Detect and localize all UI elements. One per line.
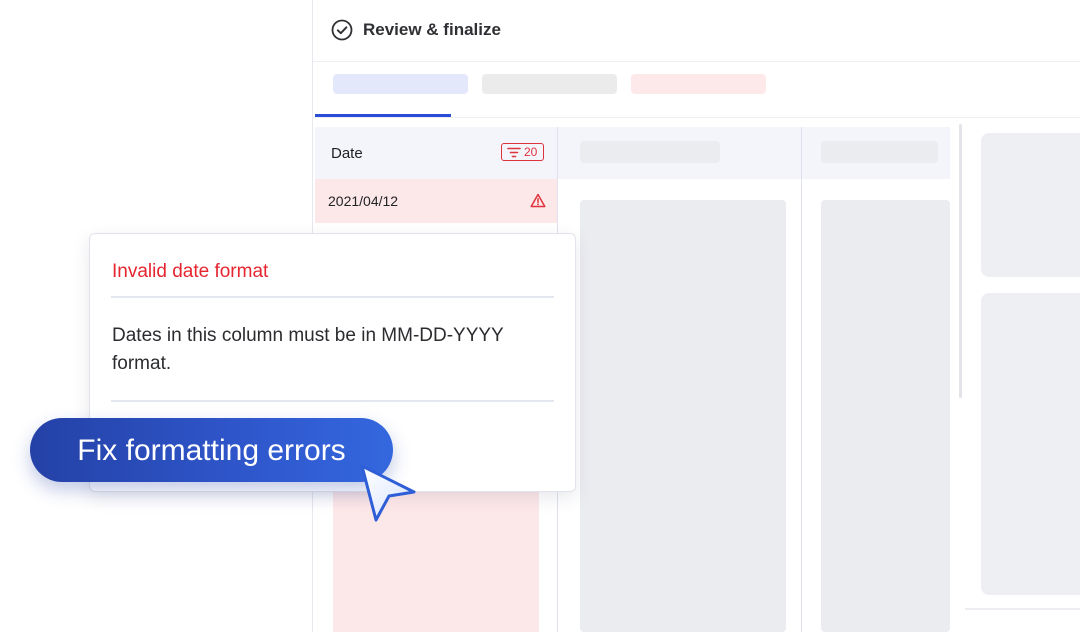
vertical-scrollbar[interactable]: [959, 124, 962, 398]
tab-bar: [313, 62, 1080, 118]
divider: [111, 400, 554, 402]
error-title: Invalid date format: [112, 261, 269, 282]
column-3-cells-placeholder: [821, 200, 950, 632]
fix-formatting-errors-button[interactable]: Fix formatting errors: [30, 418, 393, 482]
filter-icon: [507, 147, 521, 158]
error-message: Dates in this column must be in MM-DD-YY…: [112, 325, 504, 374]
tab-placeholder-active[interactable]: [333, 74, 468, 94]
side-card-placeholder: [981, 293, 1080, 595]
tab-placeholder-error[interactable]: [631, 74, 766, 94]
active-tab-indicator: [315, 114, 451, 117]
divider: [111, 296, 554, 298]
date-cell-value: 2021/04/12: [328, 193, 399, 209]
column-2-cells-placeholder: [580, 200, 786, 632]
column-3: [802, 127, 950, 632]
table-row[interactable]: 2021/04/12: [315, 179, 557, 223]
warning-icon: [530, 193, 546, 208]
tab-placeholder-inactive[interactable]: [482, 74, 617, 94]
filter-badge[interactable]: 20: [501, 143, 544, 161]
date-column-header[interactable]: Date 20: [315, 127, 557, 179]
panel-header: Review & finalize: [313, 0, 1080, 62]
column-2-header-placeholder: [580, 141, 720, 163]
date-column-label: Date: [331, 145, 363, 162]
side-card-placeholder: [981, 133, 1080, 277]
check-circle-icon: [331, 19, 353, 41]
column-3-header-placeholder: [821, 141, 938, 163]
cursor-pointer-icon: [360, 464, 416, 522]
column-2: [558, 127, 802, 632]
filter-count: 20: [524, 145, 538, 159]
divider: [965, 608, 1080, 610]
panel-title: Review & finalize: [363, 20, 501, 39]
